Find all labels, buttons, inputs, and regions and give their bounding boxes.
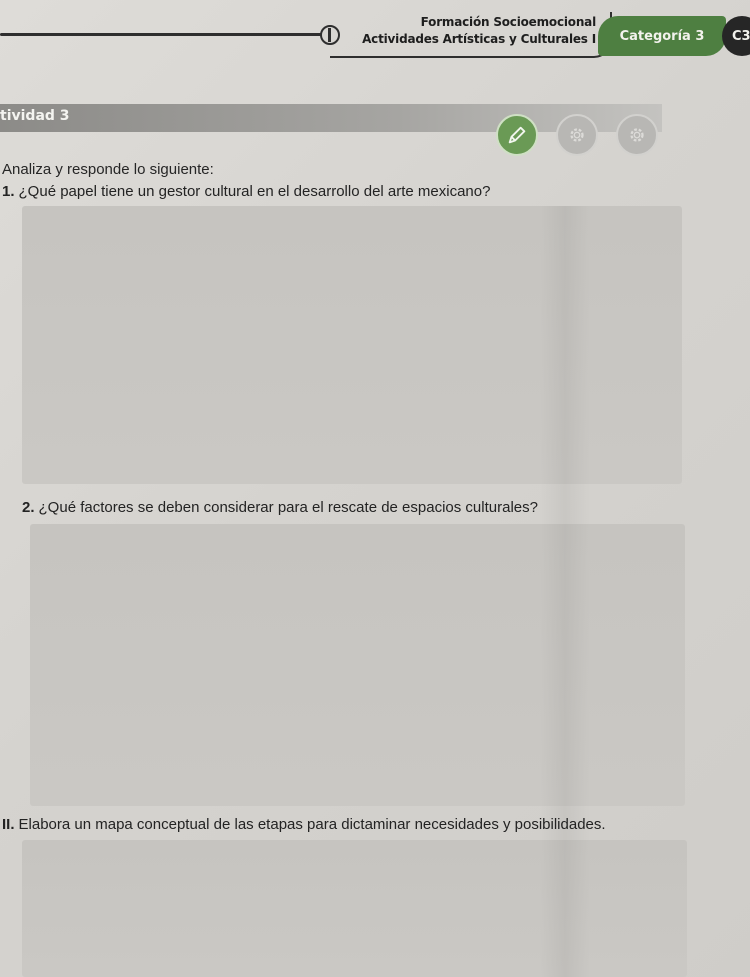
worksheet-page: Formación Socioemocional Actividades Art… <box>0 0 750 977</box>
category-badge: Categoría 3 <box>598 16 726 56</box>
question-text: Elabora un mapa conceptual de las etapas… <box>18 816 606 833</box>
gear-icon <box>556 114 598 156</box>
instruction-text: Analiza y responde lo siguiente: <box>2 161 214 178</box>
question-text: ¿Qué papel tiene un gestor cultural en e… <box>18 183 491 200</box>
course-title: Formación Socioemocional <box>420 15 597 29</box>
question-2: 2. ¿Qué factores se deben considerar para… <box>22 499 538 516</box>
question-number: 2. <box>22 499 35 516</box>
page-shadow <box>540 206 590 977</box>
question-text: ¿Qué factores se deben considerar para e… <box>38 499 538 516</box>
gear-icon <box>616 114 658 156</box>
course-subtitle: Actividades Artísticas y Culturales I <box>362 32 596 46</box>
question-1: 1. ¿Qué papel tiene un gestor cultural en… <box>2 183 490 200</box>
header-titles: Formación Socioemocional Actividades Art… <box>356 14 596 48</box>
category-code-badge: C3 <box>722 16 750 56</box>
question-number: 1. <box>2 183 15 200</box>
activity-label: tividad 3 <box>0 108 70 124</box>
question-3: II. Elabora un mapa conceptual de las eta… <box>2 816 606 833</box>
header-rule <box>0 33 330 36</box>
question-number: II. <box>2 816 15 833</box>
pencil-icon <box>496 114 538 156</box>
